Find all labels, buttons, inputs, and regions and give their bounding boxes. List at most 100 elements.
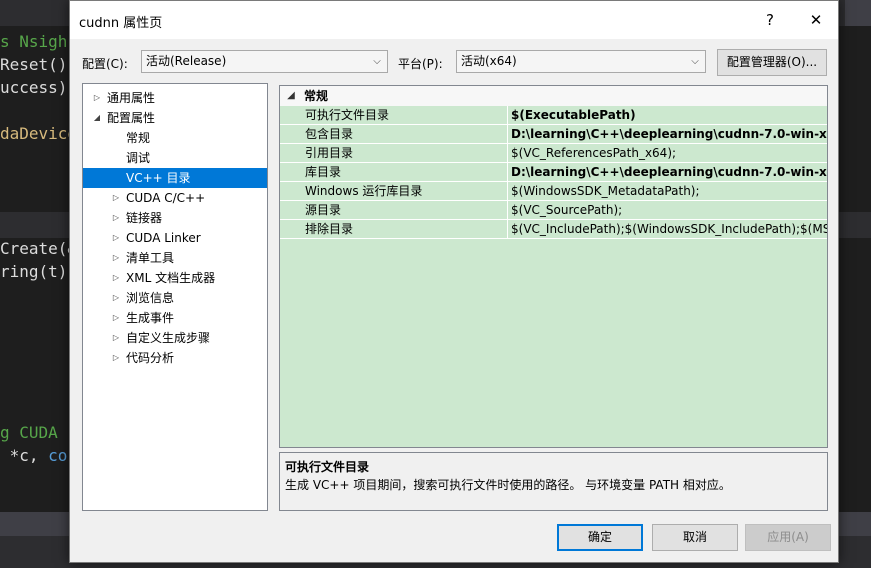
property-name: 排除目录 [280,220,508,238]
tree-item-label: 生成事件 [126,311,175,325]
property-name: 包含目录 [280,125,508,143]
tree-item[interactable]: ▷ 清单工具 [83,248,267,268]
property-value[interactable]: $(VC_ReferencesPath_x64); [509,144,827,162]
tree-item[interactable]: 调试 [83,148,267,168]
grid-category-label: 常规 [304,89,329,103]
property-name: Windows 运行库目录 [280,182,508,200]
grid-property-row[interactable]: 排除目录 $(VC_IncludePath);$(WindowsSDK_Inclu… [280,220,827,239]
property-value[interactable]: $(VC_SourcePath); [509,201,827,219]
tree-item-label: XML 文档生成器 [126,271,216,285]
grid-property-row[interactable]: 引用目录 $(VC_ReferencesPath_x64); [280,144,827,163]
platform-label: 平台(P): [398,57,443,71]
code-line: g CUDA [0,422,58,444]
grid-property-row[interactable]: 可执行文件目录 $(ExecutablePath) [280,106,827,125]
description-text: 生成 VC++ 项目期间，搜索可执行文件时使用的路径。 与环境变量 PATH 相… [285,478,731,492]
close-icon[interactable]: ✕ [794,1,838,39]
property-grid[interactable]: ◢ 常规 可执行文件目录 $(ExecutablePath) 包含目录 D:\lear… [279,85,828,448]
config-dropdown-value: 活动(Release) [146,54,227,68]
collapse-triangle-icon[interactable]: ◢ [91,108,103,128]
expand-triangle-icon[interactable]: ▷ [91,88,103,108]
property-name: 可执行文件目录 [280,106,508,124]
tree-item-label: VC++ 目录 [126,171,191,185]
expand-triangle-icon[interactable]: ▷ [110,308,122,328]
tree-item[interactable]: ▷ 链接器 [83,208,267,228]
code-line: Create(& [0,238,77,260]
tree-item[interactable]: ▷ 生成事件 [83,308,267,328]
code-line: *c, con [0,445,77,467]
property-value[interactable]: $(ExecutablePath) [509,106,827,124]
code-token: uccess) [0,78,68,97]
code-line: Reset() [0,54,67,76]
property-value[interactable]: D:\learning\C++\deeplearning\cudnn-7.0-w… [509,125,827,143]
config-label: 配置(C): [82,57,128,71]
tree-item-label: 自定义生成步骤 [126,331,211,345]
grid-property-row[interactable]: 包含目录 D:\learning\C++\deeplearning\cudnn-7… [280,125,827,144]
chevron-down-icon: ⌵ [691,56,699,67]
tree-item[interactable]: ◢ 配置属性 [83,108,267,128]
expand-triangle-icon[interactable]: ▷ [110,348,122,368]
tree-item-label: 调试 [126,151,151,165]
property-name: 引用目录 [280,144,508,162]
cancel-button[interactable]: 取消 [652,524,738,551]
code-line: s Nsigh [0,31,67,53]
description-title: 可执行文件目录 [285,460,370,474]
code-token: Reset() [0,55,68,74]
grid-property-row[interactable]: Windows 运行库目录 $(WindowsSDK_MetadataPath); [280,182,827,201]
tree-item[interactable]: ▷ 通用属性 [83,88,267,108]
code-token: s Nsigh [0,32,68,51]
ok-button[interactable]: 确定 [557,524,643,551]
grid-category-row[interactable]: ◢ 常规 [280,86,827,106]
code-token: g CUDA [0,423,58,442]
tree-item[interactable]: ▷ 代码分析 [83,348,267,368]
expand-triangle-icon[interactable]: ▷ [110,328,122,348]
tree-item-label: 通用属性 [107,91,156,105]
dialog-title: cudnn 属性页 [79,16,163,31]
code-token: daDevice [0,124,78,143]
code-token: ring(t) [0,262,68,281]
collapse-triangle-icon[interactable]: ◢ [284,86,298,106]
tree-item[interactable]: 常规 [83,128,267,148]
tree-item[interactable]: VC++ 目录 [83,168,267,188]
expand-triangle-icon[interactable]: ▷ [110,268,122,288]
expand-triangle-icon[interactable]: ▷ [110,228,122,248]
tree-item[interactable]: ▷ CUDA C/C++ [83,188,267,208]
platform-dropdown-value: 活动(x64) [461,54,517,68]
property-name: 库目录 [280,163,508,181]
tree-item[interactable]: ▷ 浏览信息 [83,288,267,308]
chevron-down-icon: ⌵ [373,56,381,67]
property-value[interactable]: D:\learning\C++\deeplearning\cudnn-7.0-w… [509,163,827,181]
dialog-title-bar[interactable]: cudnn 属性页 ? ✕ [70,1,838,39]
config-manager-button[interactable]: 配置管理器(O)... [717,49,827,76]
expand-triangle-icon[interactable]: ▷ [110,288,122,308]
expand-triangle-icon[interactable]: ▷ [110,208,122,228]
tree-item-label: 清单工具 [126,251,175,265]
grid-property-row[interactable]: 库目录 D:\learning\C++\deeplearning\cudnn-7.… [280,163,827,182]
code-line: daDevice [0,123,77,145]
property-tree[interactable]: ▷ 通用属性 ◢ 配置属性 常规 调试 VC++ 目录 ▷ CUDA C/C++ ▷ 链接器 ▷ CUD… [82,83,268,511]
tree-item-label: CUDA Linker [126,231,201,245]
config-dropdown[interactable]: 活动(Release) ⌵ [141,50,388,73]
expand-triangle-icon[interactable]: ▷ [110,248,122,268]
tree-item-label: 配置属性 [107,111,156,125]
apply-button[interactable]: 应用(A) [745,524,831,551]
property-pages-dialog: cudnn 属性页 ? ✕ 配置(C): 活动(Release) ⌵ 平台(P)… [69,0,839,563]
grid-property-row[interactable]: 源目录 $(VC_SourcePath); [280,201,827,220]
code-line: ring(t) [0,261,67,283]
tree-item-label: 常规 [126,131,151,145]
help-icon[interactable]: ? [748,1,792,39]
tree-item-label: 链接器 [126,211,163,225]
property-value[interactable]: $(VC_IncludePath);$(WindowsSDK_IncludePa… [509,220,827,238]
code-token: *c, [0,446,49,465]
tree-item[interactable]: ▷ CUDA Linker [83,228,267,248]
property-value[interactable]: $(WindowsSDK_MetadataPath); [509,182,827,200]
platform-dropdown[interactable]: 活动(x64) ⌵ [456,50,706,73]
tree-item-label: 代码分析 [126,351,175,365]
expand-triangle-icon[interactable]: ▷ [110,188,122,208]
property-name: 源目录 [280,201,508,219]
tree-item-label: 浏览信息 [126,291,175,305]
editor-tab[interactable] [845,0,871,26]
code-token: Create(& [0,239,78,258]
tree-item[interactable]: ▷ XML 文档生成器 [83,268,267,288]
tree-item[interactable]: ▷ 自定义生成步骤 [83,328,267,348]
code-line: uccess) [0,77,67,99]
